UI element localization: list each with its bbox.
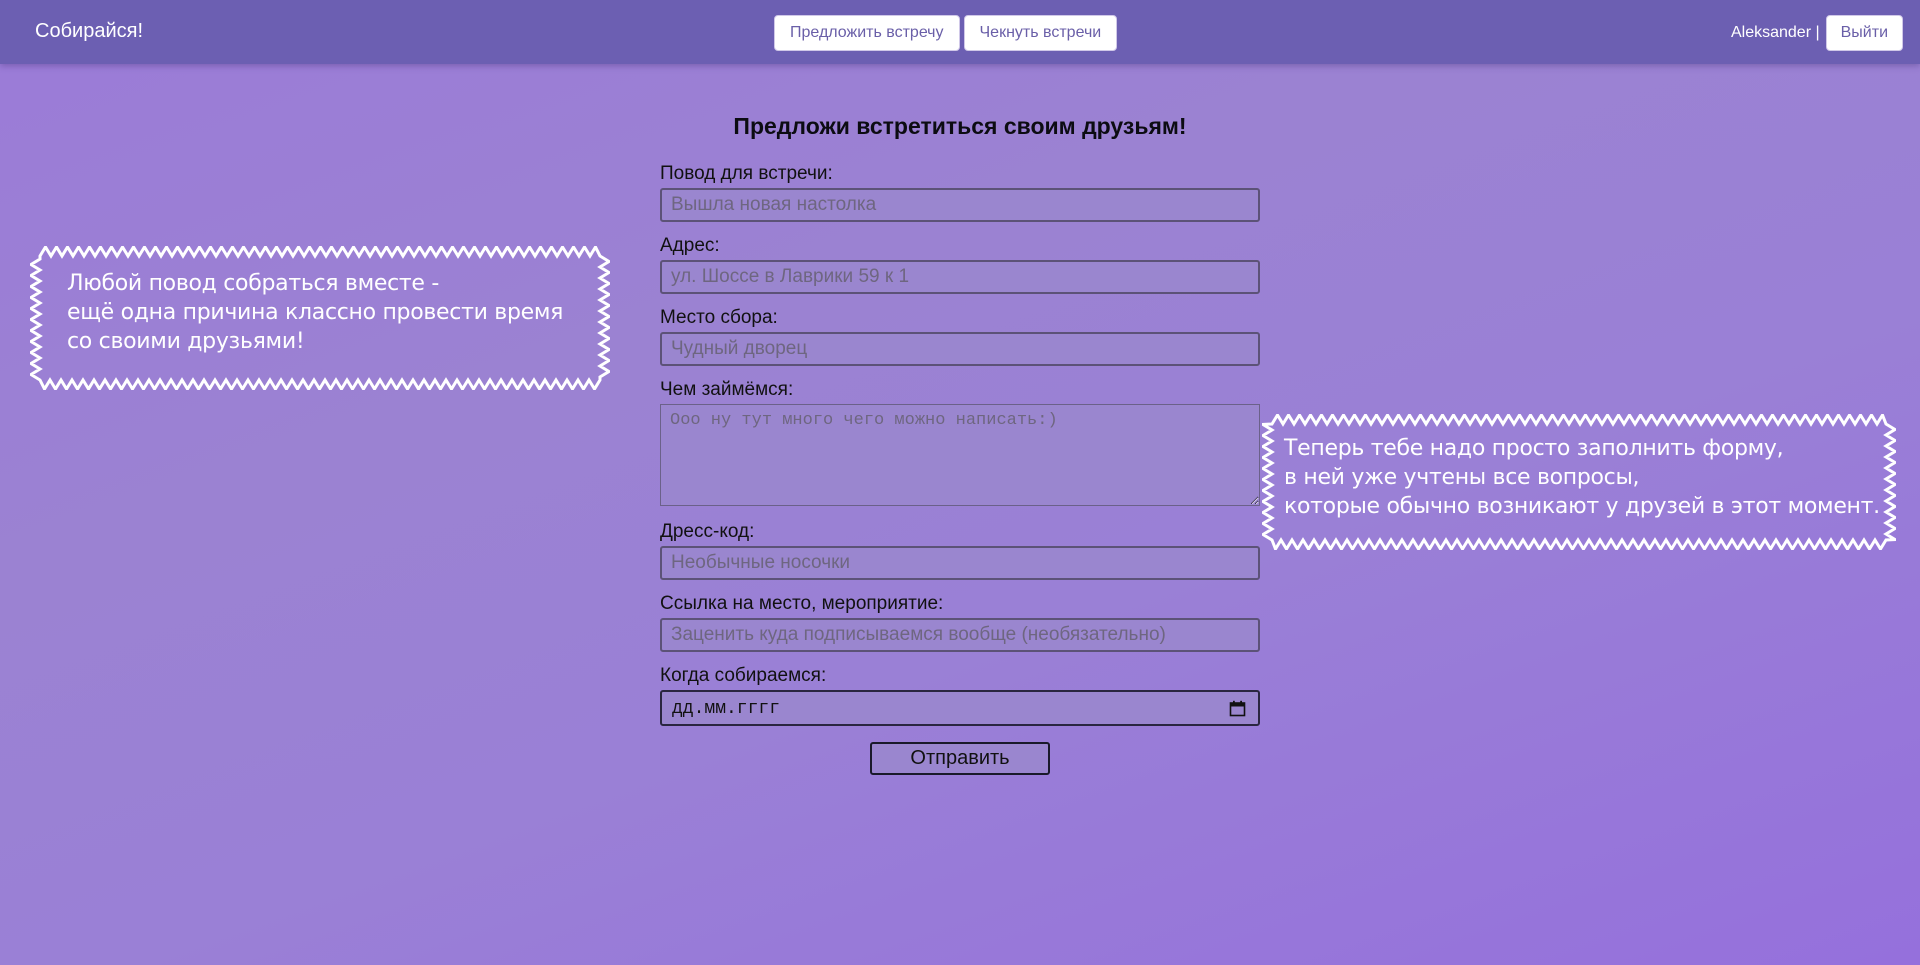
meeting-place-label: Место сбора: [660, 307, 778, 328]
address-field: Адрес: [660, 232, 1260, 294]
link-label: Ссылка на место, мероприятие: [660, 593, 944, 614]
logout-button[interactable]: Выйти [1825, 15, 1903, 51]
meeting-place-input[interactable] [660, 332, 1260, 366]
check-meetings-button[interactable]: Чекнуть встречи [963, 15, 1118, 51]
navbar: Собирайся! Предложить встречу Чекнуть вс… [0, 0, 1920, 64]
reason-field: Повод для встречи: [660, 160, 1260, 222]
activity-label: Чем займёмся: [660, 379, 794, 400]
callout-left-line: ещё одна причина классно провести время [67, 300, 564, 325]
username: Aleksander | [1730, 24, 1820, 41]
form-title: Предложи встретиться своим друзьям! [733, 113, 1187, 139]
user-area: Aleksander | Выйти [1731, 15, 1903, 51]
meeting-place-field: Место сбора: [660, 304, 1260, 366]
callout-right: Теперь тебе надо просто заполнить форму,… [1262, 414, 1896, 550]
link-input[interactable] [660, 618, 1260, 652]
brand-logo[interactable]: Собирайся! [35, 20, 143, 43]
meeting-form: Повод для встречи: Адрес: Место сбора: Ч… [660, 160, 1260, 775]
submit-row: Отправить [660, 742, 1260, 775]
callout-left-line: со своими друзьями! [67, 329, 305, 354]
date-format-text: дд.мм.гггг [672, 699, 781, 719]
date-label: Когда собираемся: [660, 665, 827, 686]
dress-code-input[interactable] [660, 546, 1260, 580]
calendar-icon[interactable] [1229, 700, 1246, 717]
callout-right-text: Теперь тебе надо просто заполнить форму,… [1284, 434, 1880, 521]
callout-left-line: Любой повод собраться вместе - [67, 271, 440, 296]
activity-field: Чем займёмся: [660, 376, 1260, 506]
callout-right-line: которые обычно возникают у друзей в этот… [1284, 494, 1880, 519]
nav-actions: Предложить встречу Чекнуть встречи [774, 15, 1118, 51]
dress-code-label: Дресс-код: [660, 521, 755, 542]
submit-button[interactable]: Отправить [870, 742, 1050, 775]
address-input[interactable] [660, 260, 1260, 294]
date-field: Когда собираемся: дд.мм.гггг [660, 662, 1260, 726]
propose-meeting-button[interactable]: Предложить встречу [774, 15, 960, 51]
callout-right-line: в ней уже учтены все вопросы, [1284, 465, 1640, 490]
callout-left-text: Любой повод собраться вместе - ещё одна … [67, 269, 563, 356]
callout-left: Любой повод собраться вместе - ещё одна … [30, 246, 610, 390]
reason-input[interactable] [660, 188, 1260, 222]
dress-code-field: Дресс-код: [660, 518, 1260, 580]
date-input[interactable]: дд.мм.гггг [660, 690, 1260, 726]
link-field: Ссылка на место, мероприятие: [660, 590, 1260, 652]
reason-label: Повод для встречи: [660, 163, 833, 184]
activity-textarea[interactable] [660, 404, 1260, 506]
callout-right-line: Теперь тебе надо просто заполнить форму, [1284, 436, 1784, 461]
address-label: Адрес: [660, 235, 720, 256]
